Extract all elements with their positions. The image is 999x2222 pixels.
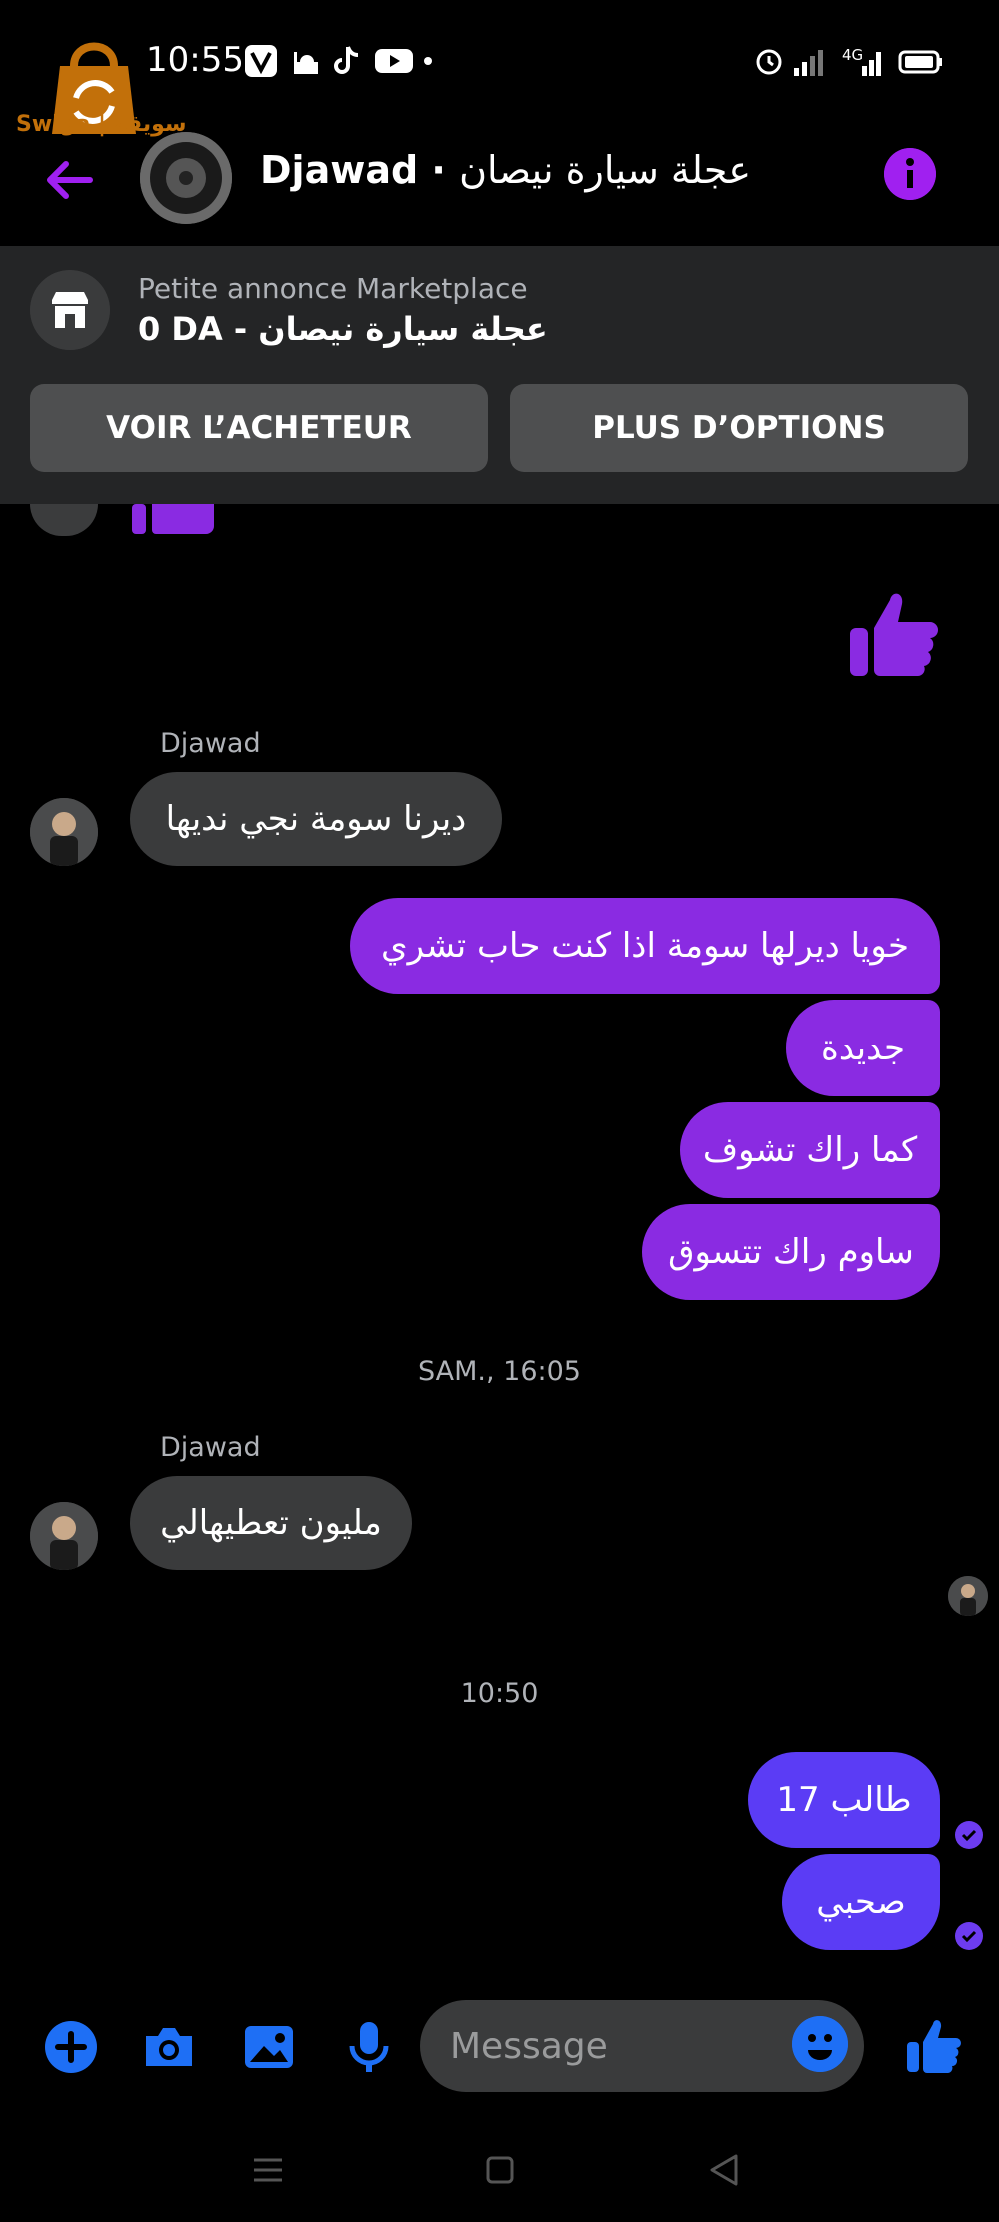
outgoing-message[interactable]: كما راك تشوف [680,1102,940,1198]
timestamp: SAM., 16:05 [418,1356,581,1387]
marketplace-label: Petite annonce Marketplace [138,272,528,305]
sender-avatar[interactable] [30,798,98,866]
contact-avatar[interactable] [140,132,232,224]
status-time: 10:55 [146,40,244,80]
thumbs-up-icon-partial [132,504,214,534]
listing-title: عجلة سيارة نيصان [459,148,752,192]
outgoing-message[interactable]: ساوم راك تتسوق [642,1204,940,1300]
read-receipt-avatar [948,1576,988,1616]
outgoing-message[interactable]: صحبي [782,1854,940,1950]
more-options-button[interactable]: PLUS D’OPTIONS [510,384,968,472]
outgoing-message[interactable]: خويا ديرلها سومة اذا كنت حاب تشري [350,898,940,994]
delivered-check-icon [955,1821,983,1849]
view-buyer-button[interactable]: VOIR L’ACHETEUR [30,384,488,472]
signal-icon [794,50,823,76]
incoming-message[interactable]: مليون تعطيهالي [130,1476,412,1570]
camera-icon[interactable] [140,2018,198,2076]
child-photo-image [30,1502,98,1570]
title-separator: · [431,148,460,192]
storefront-icon [30,270,110,350]
gallery-icon[interactable] [240,2018,298,2076]
back-arrow-icon[interactable] [40,150,100,210]
tiktok-icon [334,46,359,74]
mosque-icon [294,52,318,74]
child-photo-image [948,1576,988,1616]
notification-dot-icon [424,57,432,65]
thumbs-up-send-icon[interactable] [904,2016,964,2076]
sender-name: Djawad [160,1432,261,1463]
tire-image [140,132,232,224]
info-icon[interactable] [884,148,936,200]
delivered-check-icon [955,1922,983,1950]
alarm-icon [756,49,782,75]
outgoing-message[interactable]: جديدة [786,1000,940,1096]
sender-avatar[interactable] [30,1502,98,1570]
menu-icon[interactable] [250,2152,286,2188]
home-icon[interactable] [482,2152,518,2188]
signal-4g-icon [862,52,881,76]
sender-avatar-partial [30,504,98,536]
contact-name: Djawad [260,148,419,192]
child-photo-image [30,798,98,866]
battery-icon [898,50,942,74]
thumbs-up-sticker-icon [850,593,938,676]
chat-title[interactable]: Djawad · عجلة سيارة نيصان [260,148,751,192]
timestamp: 10:50 [460,1678,539,1709]
incoming-message[interactable]: ديرنا سومة نجي نديها [130,772,502,866]
emoji-icon[interactable] [792,2016,848,2072]
back-nav-icon[interactable] [704,2150,744,2190]
outgoing-message[interactable]: طالب 17 [748,1752,940,1848]
vtc-app-icon [245,45,277,77]
microphone-icon[interactable] [340,2018,398,2076]
sender-name: Djawad [160,728,261,759]
plus-icon[interactable] [42,2018,100,2076]
youtube-icon [375,49,413,73]
listing-price-title: 0 DA - عجلة سيارة نيصان [138,310,548,348]
